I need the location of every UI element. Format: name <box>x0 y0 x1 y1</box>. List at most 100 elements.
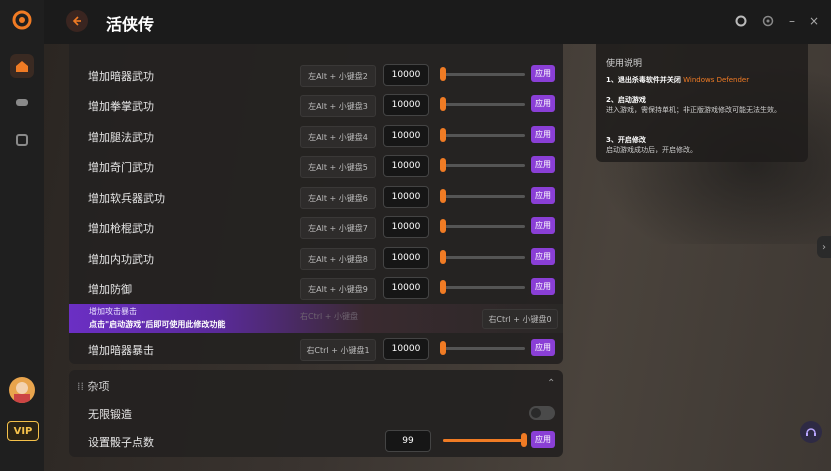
slider-knob[interactable] <box>440 341 446 355</box>
cheat-row: 增加暗器武功 左Alt + 小键盘2 10000 应用 <box>69 60 563 91</box>
instruction-step-2-text: 进入游戏，需保持单机；非正版游戏修改可能无法生效。 <box>606 106 781 114</box>
nav-gamepad-icon[interactable] <box>10 90 34 114</box>
dice-slider-fill <box>443 439 525 442</box>
chevron-up-icon[interactable]: ⌃ <box>547 378 555 389</box>
cheat-panel: 增加暗器武功 左Alt + 小键盘2 10000 应用 增加拳掌武功 左Alt … <box>69 44 563 364</box>
misc-header-label: 杂项 <box>87 380 110 393</box>
instruction-step-3-text: 启动游戏成功后，开启修改。 <box>606 146 697 154</box>
instruction-step-3: 3、开启修改 <box>606 136 646 144</box>
instructions-title: 使用说明 <box>606 59 643 69</box>
dice-value-input[interactable]: 99 <box>385 430 431 452</box>
instruction-step-1: 1、退出杀毒软件并关闭 Windows Defender <box>606 76 750 84</box>
usage-instructions-panel: 使用说明 1、退出杀毒软件并关闭 Windows Defender 2、启动游戏… <box>596 44 808 162</box>
slider-knob[interactable] <box>440 97 446 111</box>
settings-icon[interactable] <box>760 13 776 29</box>
cheat-name: 增加内功武功 <box>88 253 154 266</box>
hotkey-field[interactable]: 左Alt + 小键盘8 <box>300 248 376 270</box>
hotkey-field[interactable]: 左Alt + 小键盘2 <box>300 65 376 87</box>
value-slider[interactable] <box>440 67 525 81</box>
hotkey-field[interactable]: 左Alt + 小键盘3 <box>300 95 376 117</box>
toggle-label: 无限锻造 <box>88 408 132 421</box>
back-button[interactable] <box>66 10 88 32</box>
minimize-icon[interactable]: – <box>784 13 800 29</box>
value-input[interactable]: 10000 <box>383 125 429 147</box>
list-icon: ⁞⁞ <box>77 380 84 393</box>
banner-notice: 点击"启动游戏"后即可使用此修改功能 <box>89 320 226 329</box>
value-input[interactable]: 10000 <box>383 186 429 208</box>
slider-knob[interactable] <box>440 67 446 81</box>
cheat-name: 增加防御 <box>88 283 132 296</box>
nav-box-icon[interactable] <box>10 128 34 152</box>
hotkey-field[interactable]: 左Alt + 小键盘5 <box>300 156 376 178</box>
vip-badge[interactable]: VIP <box>7 421 39 441</box>
toggle-row: 无限锻造 <box>69 398 563 429</box>
close-icon[interactable]: × <box>806 13 822 29</box>
apply-button[interactable]: 应用 <box>531 156 555 173</box>
chevron-right-icon[interactable]: › <box>817 236 831 258</box>
cheat-name: 增加软兵器武功 <box>88 192 165 205</box>
apply-button[interactable]: 应用 <box>531 339 555 356</box>
cheat-row: 增加拳掌武功 左Alt + 小键盘3 10000 应用 <box>69 90 563 121</box>
slider-knob[interactable] <box>440 219 446 233</box>
value-slider[interactable] <box>440 280 525 294</box>
apply-button[interactable]: 应用 <box>531 431 555 448</box>
support-headset-icon[interactable] <box>800 421 822 443</box>
value-input[interactable]: 10000 <box>383 155 429 177</box>
value-slider[interactable] <box>440 219 525 233</box>
cheat-name: 增加枪棍武功 <box>88 222 154 235</box>
value-slider[interactable] <box>440 128 525 142</box>
cheat-name: 增加暗器武功 <box>88 70 154 83</box>
apply-button[interactable]: 应用 <box>531 217 555 234</box>
apply-button[interactable]: 应用 <box>531 95 555 112</box>
slider-knob[interactable] <box>440 158 446 172</box>
slider-knob[interactable] <box>521 433 527 447</box>
hotkey-field[interactable]: 左Alt + 小键盘7 <box>300 217 376 239</box>
value-input[interactable]: 10000 <box>383 64 429 86</box>
slider-knob[interactable] <box>440 128 446 142</box>
slider-knob[interactable] <box>440 280 446 294</box>
value-input[interactable]: 10000 <box>383 216 429 238</box>
instruction-step-2: 2、启动游戏 <box>606 96 646 104</box>
hotkey-field[interactable]: 左Alt + 小键盘4 <box>300 126 376 148</box>
avatar[interactable] <box>9 377 35 403</box>
cheat-row: 增加软兵器武功 左Alt + 小键盘6 10000 应用 <box>69 182 563 213</box>
hotkey-field[interactable]: 左Alt + 小键盘9 <box>300 278 376 300</box>
apply-button[interactable]: 应用 <box>531 126 555 143</box>
apply-button[interactable]: 应用 <box>531 187 555 204</box>
misc-header[interactable]: ⁞⁞ 杂项 <box>77 378 110 394</box>
infinite-forge-toggle[interactable] <box>529 406 555 420</box>
value-input[interactable]: 10000 <box>383 277 429 299</box>
value-input[interactable]: 10000 <box>383 338 429 360</box>
cheat-name: 增加暗器暴击 <box>88 344 154 357</box>
cheat-row: 增加防御 左Alt + 小键盘9 10000 应用 <box>69 273 563 304</box>
value-input[interactable]: 10000 <box>383 94 429 116</box>
misc-section: ⁞⁞ 杂项 ⌃ 无限锻造 设置骰子点数 99 应用 <box>69 370 563 457</box>
hotkey-field[interactable]: 左Alt + 小键盘6 <box>300 187 376 209</box>
slider-knob[interactable] <box>440 189 446 203</box>
nav-home-icon[interactable] <box>10 54 34 78</box>
value-slider[interactable] <box>440 97 525 111</box>
value-input[interactable]: 10000 <box>383 247 429 269</box>
slider-knob[interactable] <box>440 250 446 264</box>
banner-hotkey-ghost: 右Ctrl + 小键盘 <box>300 312 359 321</box>
apply-button[interactable]: 应用 <box>531 248 555 265</box>
cheat-row: 增加暗器暴击 右Ctrl + 小键盘1 10000 应用 <box>69 334 563 364</box>
banner-title: 增加攻击暴击 <box>89 307 137 316</box>
record-icon[interactable] <box>733 13 749 29</box>
top-bar: 活侠传 – × <box>44 0 831 44</box>
value-slider[interactable] <box>440 250 525 264</box>
dice-label: 设置骰子点数 <box>88 436 154 449</box>
arrow-left-icon <box>72 16 81 26</box>
value-slider[interactable] <box>440 341 525 355</box>
apply-button[interactable]: 应用 <box>531 278 555 295</box>
hotkey-field[interactable]: 右Ctrl + 小键盘1 <box>300 339 376 361</box>
launch-game-notice-banner: 增加攻击暴击 点击"启动游戏"后即可使用此修改功能 右Ctrl + 小键盘 右C… <box>69 304 563 333</box>
apply-button[interactable]: 应用 <box>531 65 555 82</box>
sidebar: VIP <box>0 0 45 471</box>
value-slider[interactable] <box>440 189 525 203</box>
value-slider[interactable] <box>440 158 525 172</box>
dice-slider[interactable] <box>443 433 527 447</box>
hotkey-field[interactable]: 右Ctrl + 小键盘0 <box>482 309 558 329</box>
cheat-row: 增加枪棍武功 左Alt + 小键盘7 10000 应用 <box>69 212 563 243</box>
page-title: 活侠传 <box>106 15 155 34</box>
